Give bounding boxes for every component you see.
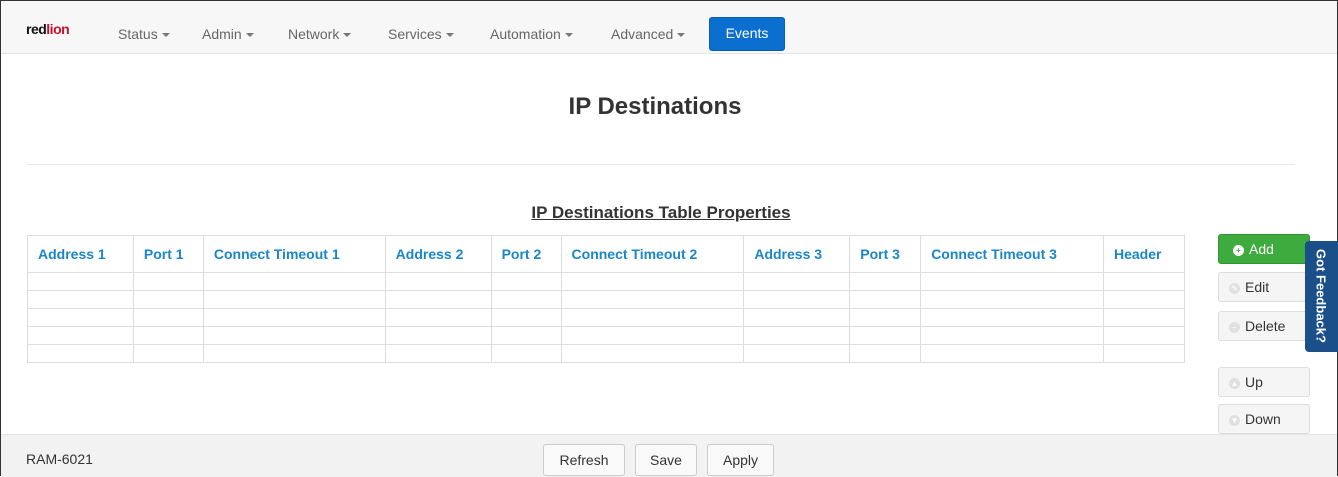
col-connect-timeout-1[interactable]: Connect Timeout 1 [202,235,386,273]
edit-icon: ✎ [1229,282,1240,294]
plus-circle-icon: + [1233,244,1244,256]
nav-events[interactable]: Events [709,17,785,51]
nav-admin[interactable]: Admin [202,26,254,42]
caret-down-icon [343,33,352,38]
nav-status[interactable]: Status [118,26,170,42]
nav-services[interactable]: Services [388,26,454,42]
caret-down-icon [564,33,573,38]
feedback-tab[interactable]: Got Feedback? [1305,241,1338,352]
col-address-1[interactable]: Address 1 [27,235,134,273]
col-connect-timeout-3[interactable]: Connect Timeout 3 [920,235,1104,273]
table-row[interactable] [27,344,1185,363]
divider [27,164,1295,165]
ip-destinations-table: Address 1 Port 1 Connect Timeout 1 Addre… [27,235,1185,363]
caret-down-icon [677,33,686,38]
nav-automation[interactable]: Automation [490,26,573,42]
minus-circle-icon: – [1229,321,1240,333]
arrow-down-icon: ▼ [1229,414,1240,426]
save-button[interactable]: Save [635,444,697,476]
up-button[interactable]: ▲ Up [1218,367,1310,397]
col-port-1[interactable]: Port 1 [132,235,204,273]
col-port-3[interactable]: Port 3 [849,235,922,273]
down-button[interactable]: ▼ Down [1218,404,1310,434]
table-title: IP Destinations Table Properties [531,203,791,222]
apply-button[interactable]: Apply [707,444,774,476]
refresh-button[interactable]: Refresh [543,444,625,476]
table-row[interactable] [27,290,1185,309]
table-row[interactable] [27,272,1185,291]
page-title: IP Destinations [568,93,742,120]
table-header-row: Address 1 Port 1 Connect Timeout 1 Addre… [27,235,1185,273]
red-lion-logo[interactable]: redlion [26,21,70,37]
col-address-3[interactable]: Address 3 [743,235,851,273]
col-port-2[interactable]: Port 2 [490,235,562,273]
nav-network[interactable]: Network [288,26,352,42]
col-connect-timeout-2[interactable]: Connect Timeout 2 [560,235,745,273]
delete-button[interactable]: – Delete [1218,311,1310,341]
caret-down-icon [161,33,170,38]
top-navbar: redlion Status Admin Network Services Au… [1,1,1337,54]
caret-down-icon [445,33,454,38]
col-address-2[interactable]: Address 2 [384,235,492,273]
arrow-up-icon: ▲ [1229,377,1240,389]
device-model: RAM-6021 [26,451,93,467]
col-header[interactable]: Header [1103,235,1185,273]
nav-advanced[interactable]: Advanced [611,26,686,42]
edit-button[interactable]: ✎ Edit [1218,272,1310,302]
table-row[interactable] [27,308,1185,327]
table-row[interactable] [27,326,1185,345]
add-button[interactable]: + Add [1218,234,1310,264]
caret-down-icon [245,33,254,38]
